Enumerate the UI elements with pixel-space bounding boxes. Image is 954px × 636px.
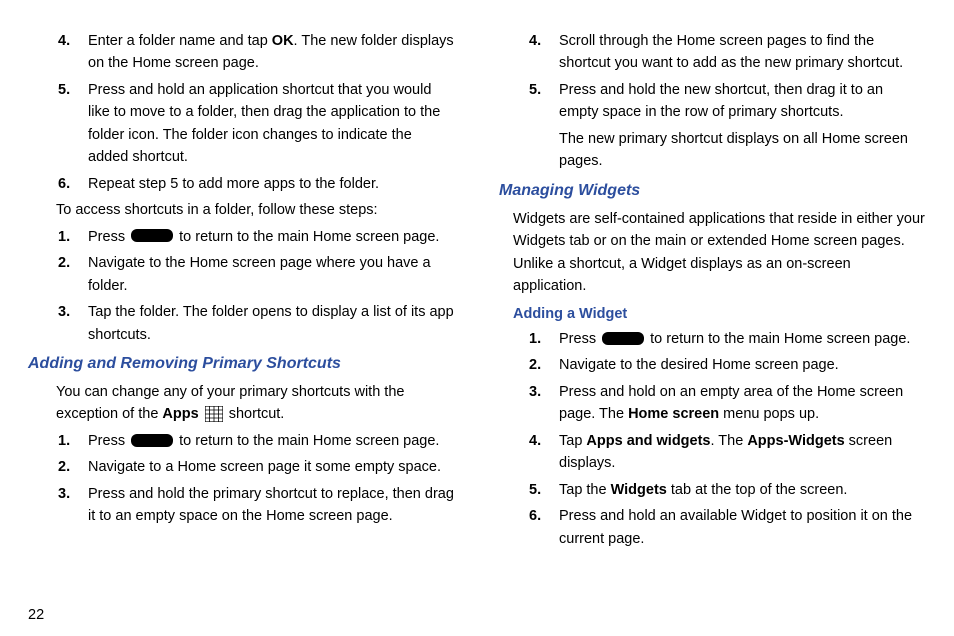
home-button-icon bbox=[131, 434, 173, 447]
right-column: 4. Scroll through the Home screen pages … bbox=[499, 30, 926, 590]
primary-intro: You can change any of your primary short… bbox=[56, 381, 455, 426]
step-text: Press and hold the primary shortcut to r… bbox=[88, 486, 454, 524]
widgets-intro: Widgets are self-contained applications … bbox=[513, 208, 926, 298]
widget-steps-list: 1. Press to return to the main Home scre… bbox=[529, 328, 926, 550]
step-number: 4. bbox=[58, 30, 70, 52]
home-button-icon bbox=[131, 229, 173, 242]
step-text: Tap the Widgets tab at the top of the sc… bbox=[559, 482, 847, 498]
step-number: 3. bbox=[58, 301, 70, 323]
list-item: 4. Enter a folder name and tap OK. The n… bbox=[58, 30, 455, 75]
list-item: 2. Navigate to the desired Home screen p… bbox=[529, 354, 926, 376]
left-column: 4. Enter a folder name and tap OK. The n… bbox=[28, 30, 455, 590]
list-item: 4. Scroll through the Home screen pages … bbox=[529, 30, 926, 75]
step-text: Press and hold on an empty area of the H… bbox=[559, 384, 903, 422]
step-number: 1. bbox=[529, 328, 541, 350]
heading-primary-shortcuts: Adding and Removing Primary Shortcuts bbox=[28, 352, 455, 377]
step-number: 4. bbox=[529, 30, 541, 52]
step-number: 6. bbox=[58, 173, 70, 195]
list-item: 4. Tap Apps and widgets. The Apps-Widget… bbox=[529, 430, 926, 475]
list-item: 1. Press to return to the main Home scre… bbox=[529, 328, 926, 350]
primary-steps-list: 1. Press to return to the main Home scre… bbox=[58, 430, 455, 528]
folder-steps-list: 4. Enter a folder name and tap OK. The n… bbox=[58, 30, 455, 195]
home-button-icon bbox=[602, 332, 644, 345]
step-text: Tap Apps and widgets. The Apps-Widgets s… bbox=[559, 433, 892, 471]
list-item: 2. Navigate to the Home screen page wher… bbox=[58, 252, 455, 297]
step-text: Repeat step 5 to add more apps to the fo… bbox=[88, 176, 379, 192]
list-item: 2. Navigate to a Home screen page it som… bbox=[58, 456, 455, 478]
step-text: Tap the folder. The folder opens to disp… bbox=[88, 304, 454, 342]
step-text: Press to return to the main Home screen … bbox=[88, 229, 439, 245]
step-number: 2. bbox=[58, 252, 70, 274]
continuation-text: The new primary shortcut displays on all… bbox=[559, 128, 926, 173]
list-item: 3. Tap the folder. The folder opens to d… bbox=[58, 301, 455, 346]
access-intro: To access shortcuts in a folder, follow … bbox=[56, 199, 455, 221]
two-column-layout: 4. Enter a folder name and tap OK. The n… bbox=[28, 30, 926, 590]
list-item: 6. Repeat step 5 to add more apps to the… bbox=[58, 173, 455, 195]
primary-steps-cont-list: 4. Scroll through the Home screen pages … bbox=[529, 30, 926, 124]
step-number: 3. bbox=[58, 483, 70, 505]
step-number: 5. bbox=[58, 79, 70, 101]
list-item: 6. Press and hold an available Widget to… bbox=[529, 505, 926, 550]
step-text: Navigate to the Home screen page where y… bbox=[88, 255, 431, 293]
list-item: 3. Press and hold on an empty area of th… bbox=[529, 381, 926, 426]
step-text: Navigate to the desired Home screen page… bbox=[559, 357, 839, 373]
page-number: 22 bbox=[28, 604, 926, 626]
step-text: Scroll through the Home screen pages to … bbox=[559, 33, 903, 71]
step-number: 6. bbox=[529, 505, 541, 527]
step-text: Press and hold an application shortcut t… bbox=[88, 82, 440, 165]
list-item: 1. Press to return to the main Home scre… bbox=[58, 430, 455, 452]
step-text: Press to return to the main Home screen … bbox=[559, 331, 910, 347]
step-number: 3. bbox=[529, 381, 541, 403]
list-item: 5. Tap the Widgets tab at the top of the… bbox=[529, 479, 926, 501]
step-number: 4. bbox=[529, 430, 541, 452]
step-text: Enter a folder name and tap OK. The new … bbox=[88, 33, 454, 71]
list-item: 5. Press and hold an application shortcu… bbox=[58, 79, 455, 169]
list-item: 5. Press and hold the new shortcut, then… bbox=[529, 79, 926, 124]
step-number: 1. bbox=[58, 430, 70, 452]
access-steps-list: 1. Press to return to the main Home scre… bbox=[58, 226, 455, 346]
step-number: 5. bbox=[529, 79, 541, 101]
step-number: 1. bbox=[58, 226, 70, 248]
heading-adding-widget: Adding a Widget bbox=[513, 303, 926, 325]
list-item: 3. Press and hold the primary shortcut t… bbox=[58, 483, 455, 528]
step-number: 2. bbox=[58, 456, 70, 478]
step-text: Press to return to the main Home screen … bbox=[88, 433, 439, 449]
heading-managing-widgets: Managing Widgets bbox=[499, 179, 926, 204]
apps-grid-icon bbox=[205, 406, 223, 422]
step-text: Press and hold the new shortcut, then dr… bbox=[559, 82, 883, 120]
step-text: Press and hold an available Widget to po… bbox=[559, 508, 912, 546]
step-number: 5. bbox=[529, 479, 541, 501]
list-item: 1. Press to return to the main Home scre… bbox=[58, 226, 455, 248]
step-number: 2. bbox=[529, 354, 541, 376]
step-text: Navigate to a Home screen page it some e… bbox=[88, 459, 441, 475]
